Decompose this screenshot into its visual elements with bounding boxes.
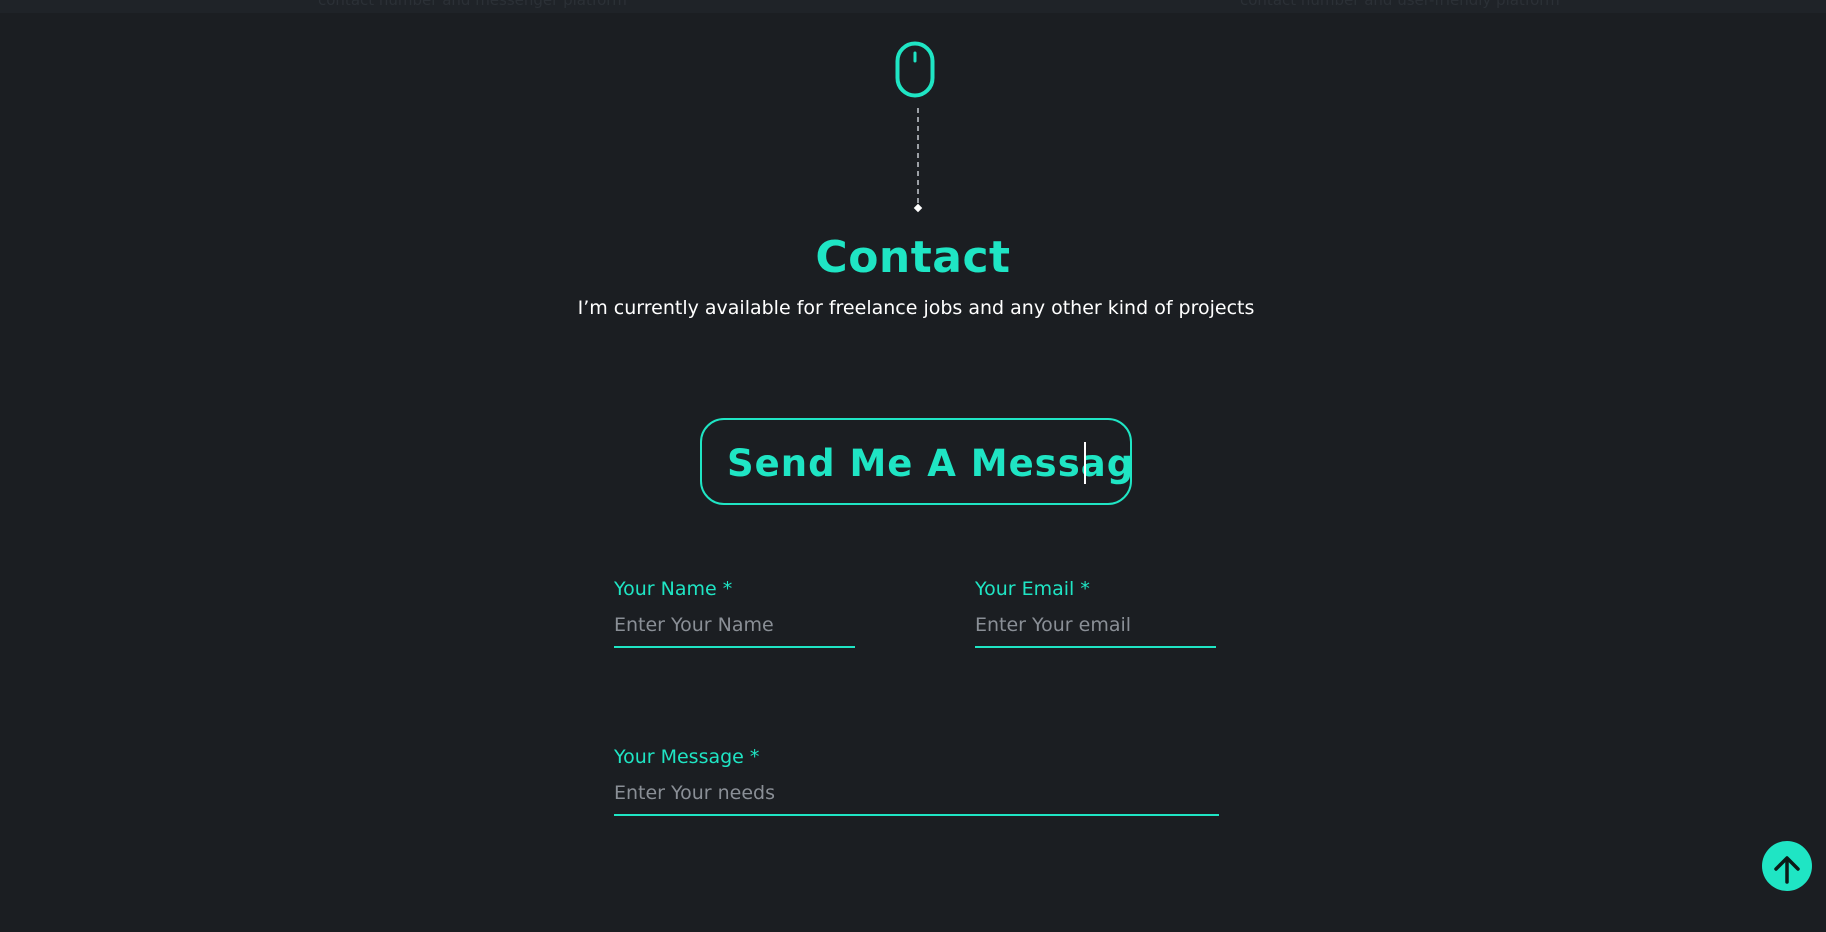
name-label: Your Name * [614, 578, 733, 600]
name-input[interactable] [614, 610, 855, 648]
email-input[interactable] [975, 610, 1216, 648]
arrow-up-icon [1774, 856, 1800, 884]
typing-heading-box: Send Me A Messag [700, 418, 1135, 505]
email-field-group: Your Email * [975, 578, 1216, 648]
contact-subtitle: I’m currently available for freelance jo… [577, 297, 1255, 319]
message-label: Your Message * [614, 746, 760, 768]
mouse-icon [895, 41, 935, 98]
name-field-group: Your Name * [614, 578, 855, 648]
previous-section-strip: contact number and messenger platform co… [0, 0, 1826, 13]
scroll-line-decoration [913, 108, 923, 213]
previous-section-text-left: contact number and messenger platform [318, 0, 627, 9]
contact-page: contact number and messenger platform co… [0, 0, 1826, 932]
typing-caret [1084, 442, 1086, 484]
message-input[interactable] [614, 778, 1219, 816]
back-to-top-button[interactable] [1762, 841, 1812, 891]
typing-heading-text: Send Me A Messag [727, 442, 1135, 485]
contact-title: Contact [815, 232, 1011, 283]
email-label: Your Email * [975, 578, 1090, 600]
previous-section-text-right: contact number and user-friendly platfor… [1240, 0, 1560, 9]
message-field-group: Your Message * [614, 746, 1219, 816]
